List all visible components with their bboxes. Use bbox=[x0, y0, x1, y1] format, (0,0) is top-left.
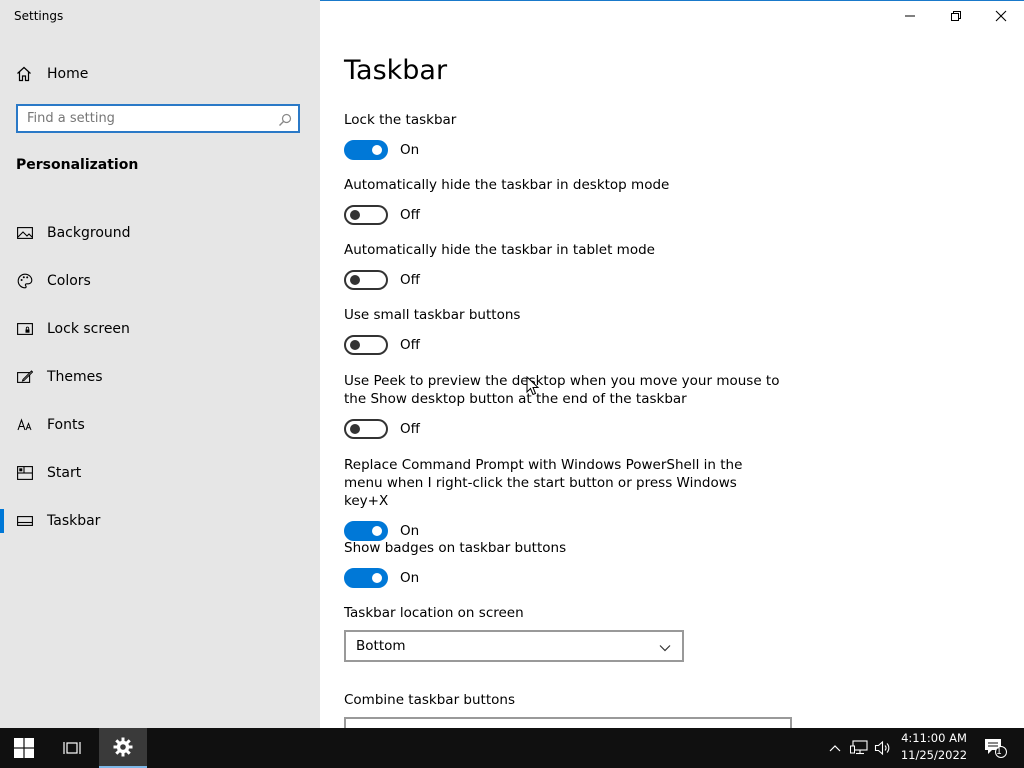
sidebar-item-lock-screen[interactable]: Lock screen bbox=[0, 305, 320, 353]
powershell-toggle[interactable]: On bbox=[344, 521, 784, 541]
fonts-icon bbox=[16, 416, 34, 434]
page-title: Taskbar bbox=[344, 55, 448, 86]
setting-autohide-tablet: Automatically hide the taskbar in tablet… bbox=[344, 241, 784, 290]
lock-taskbar-toggle[interactable]: On bbox=[344, 140, 784, 160]
sidebar-item-label: Start bbox=[47, 465, 82, 481]
setting-badges: Show badges on taskbar buttons On bbox=[344, 539, 784, 588]
toggle-state: On bbox=[400, 523, 420, 539]
settings-taskbar-button[interactable] bbox=[99, 728, 147, 768]
sidebar-item-label: Colors bbox=[47, 273, 91, 289]
toggle-state: Off bbox=[400, 337, 420, 353]
taskbar: 4:11:00 AM 11/25/2022 1 bbox=[0, 728, 1024, 768]
toggle-switch[interactable] bbox=[344, 419, 388, 439]
show-hidden-icons-button[interactable] bbox=[826, 728, 844, 768]
start-button[interactable] bbox=[0, 728, 48, 768]
search-box[interactable] bbox=[16, 104, 300, 133]
taskbar-location-label: Taskbar location on screen bbox=[344, 605, 524, 621]
palette-icon bbox=[16, 272, 34, 290]
setting-autohide-desktop: Automatically hide the taskbar in deskto… bbox=[344, 176, 784, 225]
section-title: Personalization bbox=[16, 157, 139, 173]
clock[interactable]: 4:11:00 AM 11/25/2022 bbox=[896, 730, 972, 764]
toggle-switch[interactable] bbox=[344, 521, 388, 541]
sidebar-item-taskbar[interactable]: Taskbar bbox=[0, 497, 320, 545]
setting-label: Automatically hide the taskbar in deskto… bbox=[344, 177, 670, 193]
notification-count: 1 bbox=[996, 747, 1002, 757]
setting-label: Show badges on taskbar buttons bbox=[344, 540, 567, 556]
autohide-tablet-toggle[interactable]: Off bbox=[344, 270, 784, 290]
windows-logo-icon bbox=[14, 738, 34, 758]
sidebar-item-colors[interactable]: Colors bbox=[0, 257, 320, 305]
chevron-down-icon bbox=[658, 640, 672, 654]
network-button[interactable] bbox=[848, 728, 870, 768]
close-button[interactable] bbox=[978, 1, 1024, 31]
volume-button[interactable] bbox=[872, 728, 894, 768]
home-link[interactable]: Home bbox=[14, 62, 88, 86]
taskbar-icon bbox=[16, 512, 34, 530]
sidebar-nav: Background Colors Lock screen Themes Fon… bbox=[0, 209, 320, 545]
clock-date: 11/25/2022 bbox=[900, 748, 968, 762]
minimize-button[interactable] bbox=[887, 1, 933, 31]
minimize-icon bbox=[905, 15, 915, 17]
setting-peek: Use Peek to preview the desktop when you… bbox=[344, 372, 784, 439]
toggle-switch[interactable] bbox=[344, 568, 388, 588]
toggle-state: Off bbox=[400, 272, 420, 288]
toggle-switch[interactable] bbox=[344, 270, 388, 290]
task-view-button[interactable] bbox=[48, 728, 96, 768]
toggle-state: On bbox=[400, 142, 420, 158]
network-icon bbox=[850, 740, 868, 755]
autohide-desktop-toggle[interactable]: Off bbox=[344, 205, 784, 225]
sidebar-item-label: Fonts bbox=[47, 417, 85, 433]
restore-icon bbox=[951, 11, 961, 21]
setting-lock-taskbar: Lock the taskbar On bbox=[344, 111, 784, 160]
task-view-icon bbox=[63, 742, 81, 754]
picture-icon bbox=[16, 224, 34, 242]
dropdown-value: Bottom bbox=[356, 638, 406, 654]
themes-icon bbox=[16, 368, 34, 386]
lock-screen-icon bbox=[16, 320, 34, 338]
toggle-state: Off bbox=[400, 421, 420, 437]
taskbar-location-dropdown[interactable]: Bottom bbox=[344, 630, 684, 662]
sidebar-item-label: Background bbox=[47, 225, 131, 241]
toggle-state: On bbox=[400, 570, 420, 586]
search-input[interactable] bbox=[18, 110, 269, 127]
toggle-switch[interactable] bbox=[344, 335, 388, 355]
close-icon bbox=[995, 10, 1007, 22]
toggle-switch[interactable] bbox=[344, 140, 388, 160]
start-icon bbox=[16, 464, 34, 482]
combine-buttons-label: Combine taskbar buttons bbox=[344, 692, 515, 708]
settings-window: Settings Home Personalization Background bbox=[0, 0, 1024, 729]
toggle-switch[interactable] bbox=[344, 205, 388, 225]
peek-toggle[interactable]: Off bbox=[344, 419, 784, 439]
sidebar: Settings Home Personalization Background bbox=[0, 0, 320, 728]
setting-small-buttons: Use small taskbar buttons Off bbox=[344, 306, 784, 355]
sidebar-item-label: Lock screen bbox=[47, 321, 130, 337]
gear-icon bbox=[113, 737, 133, 757]
home-icon bbox=[14, 64, 34, 84]
volume-icon bbox=[874, 740, 890, 756]
setting-label: Use small taskbar buttons bbox=[344, 307, 521, 323]
setting-label: Use Peek to preview the desktop when you… bbox=[344, 373, 780, 407]
home-label: Home bbox=[47, 66, 89, 82]
sidebar-item-themes[interactable]: Themes bbox=[0, 353, 320, 401]
sidebar-item-fonts[interactable]: Fonts bbox=[0, 401, 320, 449]
sidebar-item-background[interactable]: Background bbox=[0, 209, 320, 257]
app-title: Settings bbox=[14, 9, 64, 23]
action-center-button[interactable]: 1 bbox=[980, 728, 1010, 768]
badges-toggle[interactable]: On bbox=[344, 568, 784, 588]
setting-powershell: Replace Command Prompt with Windows Powe… bbox=[344, 456, 784, 541]
sidebar-item-start[interactable]: Start bbox=[0, 449, 320, 497]
setting-label: Automatically hide the taskbar in tablet… bbox=[344, 242, 655, 258]
content-pane: Taskbar Lock the taskbar On Automaticall… bbox=[320, 0, 1024, 729]
search-icon[interactable] bbox=[278, 112, 292, 126]
setting-label: Replace Command Prompt with Windows Powe… bbox=[344, 457, 743, 509]
small-buttons-toggle[interactable]: Off bbox=[344, 335, 784, 355]
chevron-up-icon bbox=[829, 745, 841, 752]
toggle-state: Off bbox=[400, 207, 420, 223]
sidebar-item-label: Taskbar bbox=[47, 513, 101, 529]
clock-time: 4:11:00 AM bbox=[901, 731, 967, 745]
setting-label: Lock the taskbar bbox=[344, 112, 457, 128]
sidebar-item-label: Themes bbox=[47, 369, 103, 385]
restore-button[interactable] bbox=[933, 1, 979, 31]
